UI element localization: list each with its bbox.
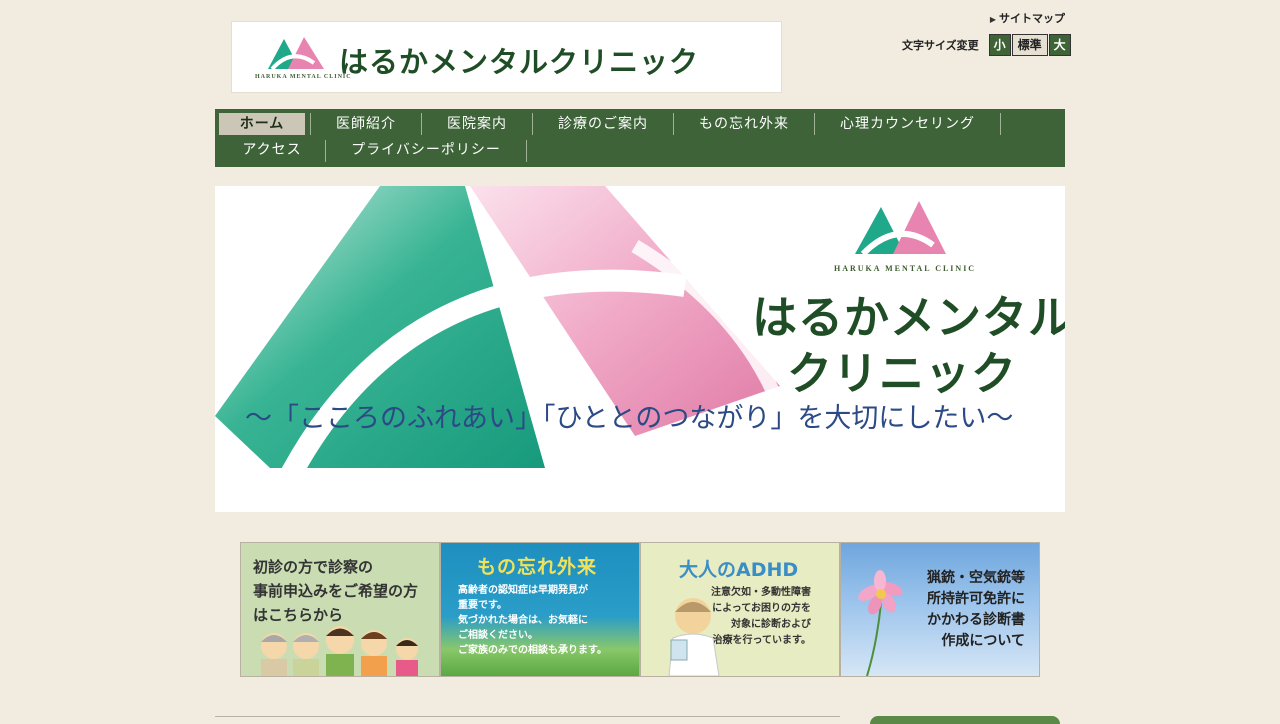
- font-size-large-button[interactable]: 大: [1048, 33, 1071, 56]
- arrow-right-icon: ▶: [989, 15, 996, 24]
- font-size-switcher: 文字サイズ変更 小 標準 大: [902, 33, 1071, 56]
- font-size-label: 文字サイズ変更: [902, 38, 979, 52]
- nav-item-home[interactable]: ホーム: [219, 113, 305, 135]
- hero-logo-mark-icon: [855, 201, 946, 257]
- font-size-small-button[interactable]: 小: [988, 33, 1011, 56]
- nav-item-counseling[interactable]: 心理カウンセリング: [815, 111, 1000, 137]
- nav-divider: [1000, 113, 1001, 135]
- memory-clinic-text: 高齢者の認知症は早期発見が 重要です。 気づかれた場合は、お気軽に ご相談くださ…: [458, 585, 607, 656]
- memory-clinic-banner[interactable]: もの忘れ外来 高齢者の認知症は早期発見が 重要です。 気づかれた場合は、お気軽に…: [440, 542, 640, 677]
- nav-item-access[interactable]: アクセス: [219, 137, 325, 163]
- font-size-standard-button[interactable]: 標準: [1011, 33, 1048, 56]
- memory-clinic-title: もの忘れ外来: [477, 556, 598, 578]
- first-visit-banner[interactable]: 初診の方で診察の 事前申込みをご希望の方 はこちらから: [240, 542, 440, 677]
- hero-title-line2: クリニック: [787, 347, 1018, 400]
- main-nav: ホーム 医師紹介 医院案内 診療のご案内 もの忘れ外来 心理カウンセリング アク…: [215, 109, 1065, 167]
- cosmos-flower-icon: [858, 570, 903, 676]
- nav-divider: [526, 140, 527, 162]
- hero-tagline: ～「こころのふれあい」「ひととのつながり」を大切にしたい～: [245, 403, 1014, 434]
- clinic-logo-mark-icon: [268, 37, 324, 71]
- doctor-illustration-icon: [668, 598, 720, 676]
- sitemap-link[interactable]: ▶ サイトマップ: [990, 10, 1065, 26]
- logo-title: はるかメンタルクリニック: [339, 45, 700, 79]
- adult-adhd-banner[interactable]: 大人のADHD 注意欠如・多動性障害 によってお困りの方を 対象に診断および 治…: [640, 542, 840, 677]
- hero-logo-subtitle: HARUKA MENTAL CLINIC: [834, 264, 977, 273]
- logo-subtitle: HARUKA MENTAL CLINIC: [255, 74, 352, 80]
- nav-item-memory-clinic[interactable]: もの忘れ外来: [674, 111, 814, 137]
- nav-item-clinic-info[interactable]: 医院案内: [422, 111, 532, 137]
- hero-banner: HARUKA MENTAL CLINIC はるかメンタル クリニック ～「こころ…: [215, 186, 1065, 512]
- adult-adhd-title: 大人のADHD: [679, 559, 799, 581]
- nav-item-treatment[interactable]: 診療のご案内: [533, 111, 673, 137]
- feature-banners: 初診の方で診察の 事前申込みをご希望の方 はこちらから もの忘れ外来 高齢者の認…: [240, 542, 1040, 677]
- nav-item-privacy[interactable]: プライバシーポリシー: [326, 137, 526, 163]
- section-tab: [870, 716, 1060, 724]
- gun-license-banner[interactable]: 猟銃・空気銃等 所持許可免許に かかわる診断書 作成について: [840, 542, 1040, 677]
- section-divider: [215, 716, 840, 717]
- gun-license-text: 猟銃・空気銃等 所持許可免許に かかわる診断書 作成について: [927, 570, 1025, 649]
- family-illustration-icon: [261, 626, 418, 676]
- clinic-logo[interactable]: HARUKA MENTAL CLINIC はるかメンタルクリニック: [231, 21, 782, 93]
- nav-item-doctor[interactable]: 医師紹介: [311, 111, 421, 137]
- sitemap-label: サイトマップ: [999, 12, 1065, 25]
